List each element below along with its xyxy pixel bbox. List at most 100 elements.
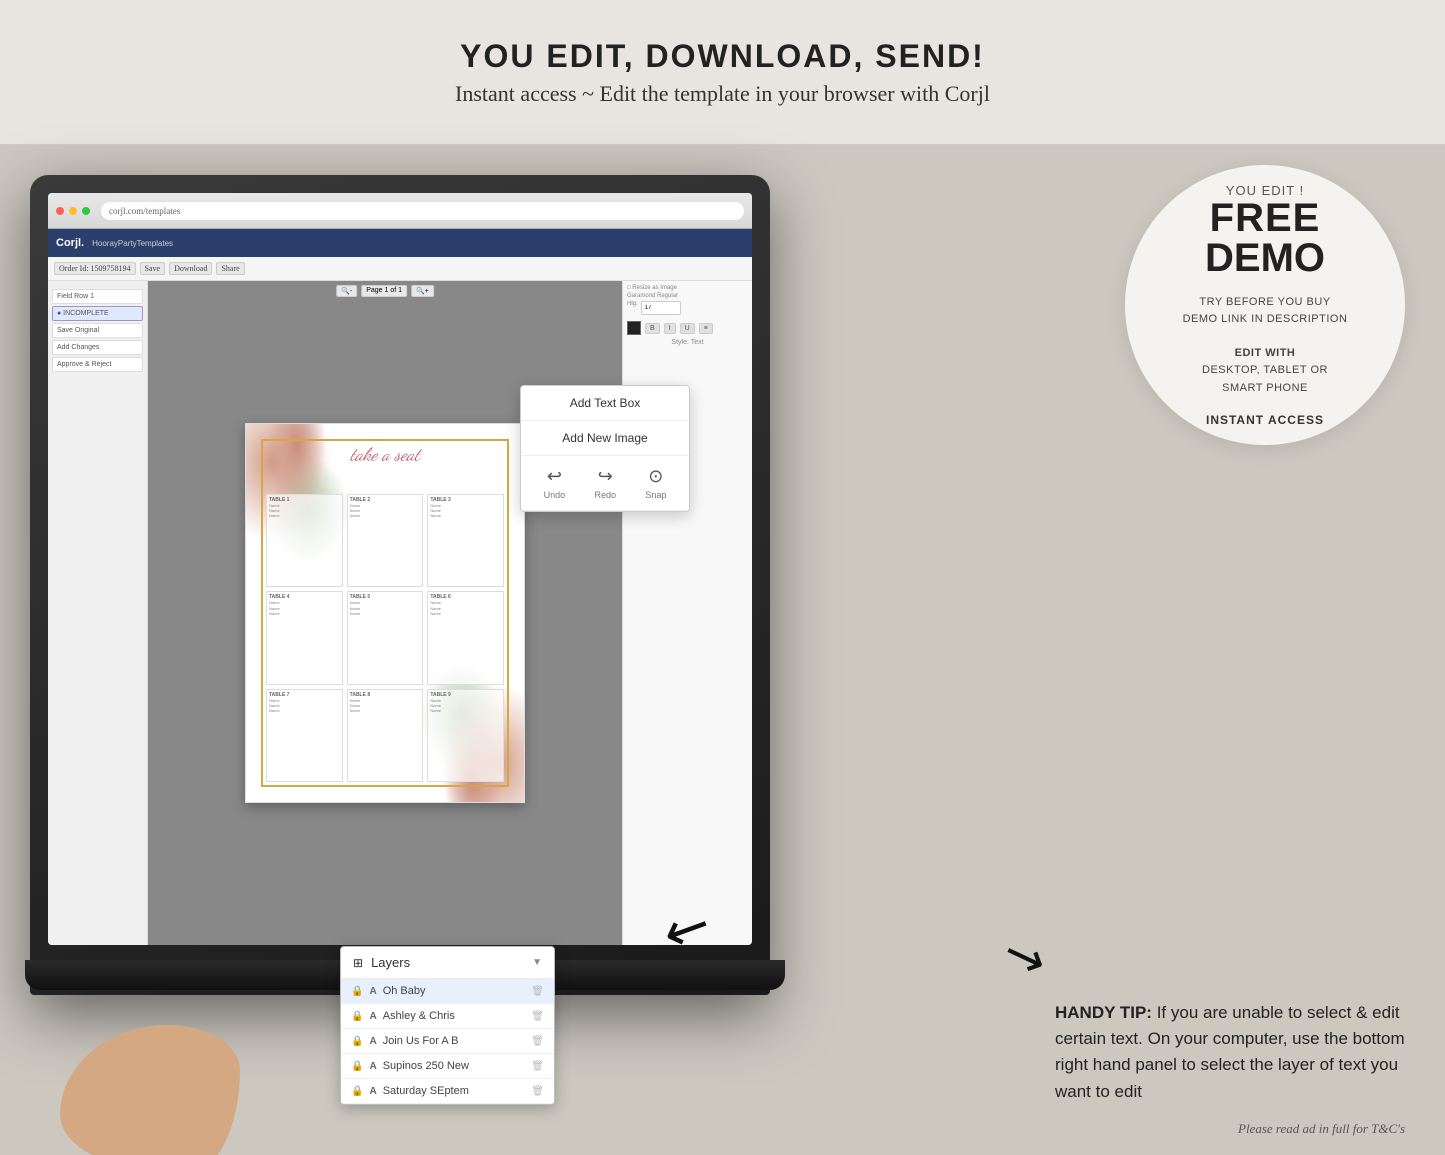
corjl-toolbar: Order Id: 1509758194 Save Download Share xyxy=(48,257,752,281)
layers-item-label-2: Ashley & Chris xyxy=(383,1010,455,1022)
table-2: TABLE 2 NameNameName xyxy=(347,494,424,587)
add-new-image-button[interactable]: Add New Image xyxy=(521,421,689,456)
corjl-left-panel: Field Row 1 ● INCOMPLETE Save Original A… xyxy=(48,281,148,945)
layers-item-ashley[interactable]: 🔒 A Ashley & Chris 🗑 xyxy=(341,1004,554,1029)
maximize-dot xyxy=(82,207,90,215)
undo-icon: ↩ xyxy=(547,466,562,487)
toolbar-btn-save[interactable]: Save xyxy=(140,262,166,275)
layers-item-oh-baby[interactable]: 🔒 A Oh Baby 🗑 xyxy=(341,979,554,1004)
layers-title: Layers xyxy=(371,955,410,970)
lock-icon-3: 🔒 xyxy=(351,1036,363,1047)
layers-header[interactable]: ⊞ Layers ▼ xyxy=(341,947,554,979)
lock-icon-4: 🔒 xyxy=(351,1061,363,1072)
hand-shape xyxy=(60,1025,240,1155)
lock-icon-1: 🔒 xyxy=(351,986,363,997)
undo-label: Undo xyxy=(544,490,566,500)
redo-tool[interactable]: ↪ Redo xyxy=(594,466,616,500)
lock-icon-2: 🔒 xyxy=(351,1011,363,1022)
table-7: TABLE 7 NameNameName xyxy=(266,689,343,782)
bold-btn[interactable]: B xyxy=(645,323,660,334)
handy-tip-text: HANDY TIP: If you are unable to select &… xyxy=(1055,1000,1405,1105)
disclaimer: Please read ad in full for T&C's xyxy=(1238,1121,1405,1137)
layers-icon: ⊞ xyxy=(353,956,363,970)
table-6: TABLE 6 NameNameName xyxy=(427,591,504,684)
type-icon-2: A xyxy=(369,1011,376,1022)
seating-tables: TABLE 1 NameNameName TABLE 2 NameNameNam… xyxy=(266,494,504,782)
free-demo-circle: YOU EDIT ! FREE DEMO TRY BEFORE YOU BUY … xyxy=(1125,165,1405,445)
italic-btn[interactable]: I xyxy=(664,323,676,334)
panel-item-3[interactable]: Add Changes xyxy=(52,340,143,355)
headline: YOU EDIT, DOWNLOAD, SEND! xyxy=(460,38,985,75)
snap-tool[interactable]: ⊙ Snap xyxy=(645,466,666,500)
corjl-logo: Corjl. xyxy=(56,237,84,249)
demo-devices: DESKTOP, TABLET OR xyxy=(1202,362,1328,380)
table-8: TABLE 8 NameNameName xyxy=(347,689,424,782)
handy-tip: HANDY TIP: If you are unable to select &… xyxy=(1055,1000,1405,1105)
type-icon-1: A xyxy=(369,986,376,997)
table-3: TABLE 3 NameNameName xyxy=(427,494,504,587)
main-area: corjl.com/templates Corjl. HoorayPartyTe… xyxy=(0,145,1445,1155)
trash-icon-1[interactable]: 🗑 xyxy=(531,986,544,997)
floating-tools: ↩ Undo ↪ Redo ⊙ Snap xyxy=(521,456,689,511)
hand-area xyxy=(30,995,310,1155)
trash-icon-5[interactable]: 🗑 xyxy=(531,1086,544,1097)
demo-instant-access: INSTANT ACCESS xyxy=(1206,413,1324,427)
laptop-frame: corjl.com/templates Corjl. HoorayPartyTe… xyxy=(30,175,770,995)
panel-item-2[interactable]: Save Original xyxy=(52,323,143,338)
type-icon-5: A xyxy=(369,1086,376,1097)
toolbar-btn-download[interactable]: Download xyxy=(169,262,212,275)
color-swatch[interactable] xyxy=(627,321,641,335)
subline: Instant access ~ Edit the template in yo… xyxy=(455,81,990,107)
layers-item-join[interactable]: 🔒 A Join Us For A B 🗑 xyxy=(341,1029,554,1054)
style-text-label: Style: Text xyxy=(627,339,748,346)
corjl-body: Field Row 1 ● INCOMPLETE Save Original A… xyxy=(48,281,752,945)
redo-icon: ↪ xyxy=(598,466,613,487)
panel-item-active[interactable]: ● INCOMPLETE xyxy=(52,306,143,321)
height-input[interactable] xyxy=(641,301,681,315)
panel-item-4[interactable]: Approve & Reject xyxy=(52,357,143,372)
trash-icon-4[interactable]: 🗑 xyxy=(531,1061,544,1072)
arrow-handy-tip: ↙ xyxy=(994,922,1053,991)
corjl-right-panel: □ Resize as Image Garamond Regular Hlg: … xyxy=(622,281,752,945)
layers-panel: ⊞ Layers ▼ 🔒 A Oh Baby 🗑 🔒 A Ashley & Ch… xyxy=(340,946,555,1105)
demo-try-before: TRY BEFORE YOU BUY xyxy=(1199,294,1330,312)
underline-btn[interactable]: U xyxy=(680,323,695,334)
url-bar[interactable]: corjl.com/templates xyxy=(101,202,744,220)
table-4: TABLE 4 NameNameName xyxy=(266,591,343,684)
table-5: TABLE 5 NameNameName xyxy=(347,591,424,684)
floating-editor-panel: Add Text Box Add New Image ↩ Undo ↪ Redo… xyxy=(520,385,690,512)
undo-tool[interactable]: ↩ Undo xyxy=(544,466,566,500)
trash-icon-3[interactable]: 🗑 xyxy=(531,1036,544,1047)
corjl-canvas: 🔍- Page 1 of 1 🔍+ take a seat xyxy=(148,281,622,945)
corjl-header: Corjl. HoorayPartyTemplates xyxy=(48,229,752,257)
trash-icon-2[interactable]: 🗑 xyxy=(531,1011,544,1022)
lock-icon-5: 🔒 xyxy=(351,1086,363,1097)
toolbar-btn-share[interactable]: Share xyxy=(216,262,244,275)
redo-label: Redo xyxy=(594,490,616,500)
layers-item-label-4: Supinos 250 New xyxy=(383,1060,469,1072)
align-btn[interactable]: ≡ xyxy=(699,323,713,334)
demo-link: DEMO LINK IN DESCRIPTION xyxy=(1183,311,1348,329)
table-1: TABLE 1 NameNameName xyxy=(266,494,343,587)
demo-free: FREE xyxy=(1210,198,1321,238)
layers-collapse-icon[interactable]: ▼ xyxy=(532,957,542,968)
panel-item-1[interactable]: Field Row 1 xyxy=(52,289,143,304)
layers-item-saturday[interactable]: 🔒 A Saturday SEptem 🗑 xyxy=(341,1079,554,1104)
resize-image-section: □ Resize as Image Garamond Regular Hlg: xyxy=(627,285,748,315)
snap-icon: ⊙ xyxy=(648,466,663,487)
minimize-dot xyxy=(69,207,77,215)
snap-label: Snap xyxy=(645,490,666,500)
seating-title: take a seat xyxy=(350,444,419,466)
layers-item-supinos[interactable]: 🔒 A Supinos 250 New 🗑 xyxy=(341,1054,554,1079)
order-id: Order Id: 1509758194 xyxy=(54,262,136,275)
add-text-box-button[interactable]: Add Text Box xyxy=(521,386,689,421)
demo-demo: DEMO xyxy=(1205,238,1325,278)
laptop-screen: corjl.com/templates Corjl. HoorayPartyTe… xyxy=(48,193,752,945)
close-dot xyxy=(56,207,64,215)
handy-tip-prefix: HANDY TIP: xyxy=(1055,1003,1157,1022)
type-icon-4: A xyxy=(369,1061,376,1072)
table-9: TABLE 9 NameNameName xyxy=(427,689,504,782)
layers-item-label-1: Oh Baby xyxy=(383,985,426,997)
demo-edit-with: EDIT WITH xyxy=(1235,345,1296,363)
corjl-nav: HoorayPartyTemplates xyxy=(92,239,173,248)
